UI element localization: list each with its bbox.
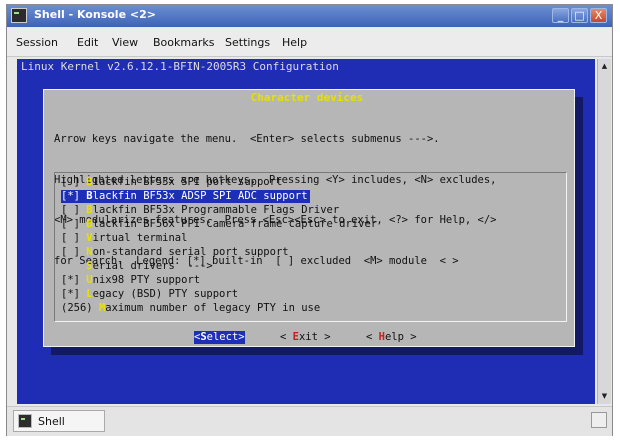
terminal-app-icon[interactable] — [11, 8, 27, 23]
menu-view[interactable]: View — [112, 36, 138, 49]
select-button[interactable]: <Select> — [194, 331, 245, 344]
button-label: elp > — [384, 331, 417, 343]
menu-option[interactable]: [ ] Non-standard serial port support — [61, 246, 289, 259]
option-label: lackfin BF56x PPI Camera frame capture d… — [92, 218, 378, 230]
option-label: lackfin BF53x ADSP SPI ADC support — [92, 190, 308, 202]
option-label: irtual terminal — [92, 232, 188, 244]
minimize-button[interactable]: _ — [552, 8, 569, 23]
option-state: [ ] — [61, 218, 87, 230]
help-button[interactable]: < Help > — [366, 331, 417, 344]
option-label: nix98 PTY support — [92, 274, 201, 286]
option-label: on-standard serial port support — [92, 246, 289, 258]
menu-settings[interactable]: Settings — [225, 36, 270, 49]
option-state: [*] — [61, 274, 87, 286]
menu-edit[interactable]: Edit — [77, 36, 98, 49]
vertical-scrollbar[interactable]: ▲ ▼ — [597, 59, 611, 404]
character-devices-dialog: Character devices Arrow keys navigate th… — [43, 89, 575, 347]
option-label: lackfin BF53x SPI port support — [92, 176, 283, 188]
menu-bar: Session Edit View Bookmarks Settings Hel… — [7, 28, 612, 57]
menu-option[interactable]: [*] Unix98 PTY support — [61, 274, 200, 287]
tab-shell[interactable]: Shell — [13, 410, 105, 432]
konsole-window: Shell - Konsole <2> _ □ X Session Edit V… — [6, 4, 613, 436]
button-bracket: < — [280, 331, 293, 343]
menu-session[interactable]: Session — [16, 36, 58, 49]
option-state — [61, 260, 86, 272]
option-label: egacy (BSD) PTY support — [92, 288, 239, 300]
option-label: aximum number of legacy PTY in use — [105, 302, 321, 314]
button-label: xit > — [298, 331, 331, 343]
menu-option[interactable]: [ ] Virtual terminal — [61, 232, 187, 245]
help-line: Arrow keys navigate the menu. <Enter> se… — [54, 133, 440, 145]
option-label: erial drivers ---> — [92, 260, 213, 272]
option-label: lackfin BF53x Programmable Flags Driver — [92, 204, 340, 216]
menu-option[interactable]: [ ] Blackfin BF53x Programmable Flags Dr… — [61, 204, 339, 217]
option-state: [*] — [61, 190, 87, 202]
title-bar[interactable]: Shell - Konsole <2> _ □ X — [7, 5, 612, 27]
button-label: elect> — [206, 331, 245, 343]
menu-help[interactable]: Help — [282, 36, 307, 49]
new-tab-icon[interactable] — [591, 412, 607, 428]
menuconfig-header: Linux Kernel v2.6.12.1-BFIN-2005R3 Confi… — [21, 60, 339, 73]
tab-label: Shell — [38, 415, 65, 428]
scroll-up-arrow-icon[interactable]: ▲ — [599, 60, 610, 73]
option-state: [ ] — [61, 204, 87, 216]
scroll-down-arrow-icon[interactable]: ▼ — [599, 390, 610, 403]
tab-bar: Shell — [7, 406, 612, 436]
option-state: [ ] — [61, 232, 87, 244]
dialog-title: Character devices — [244, 91, 370, 104]
dialog-buttons: <Select> < Exit > < Help > — [44, 328, 574, 346]
menu-bookmarks[interactable]: Bookmarks — [153, 36, 214, 49]
terminal-tab-icon — [18, 414, 32, 428]
button-bracket: < — [366, 331, 379, 343]
menu-option[interactable]: [ ] Blackfin BF53x SPI port support — [61, 176, 282, 189]
options-list: [ ] Blackfin BF53x SPI port support [*] B… — [54, 172, 567, 322]
option-state: [ ] — [61, 176, 87, 188]
option-state: [ ] — [61, 246, 87, 258]
maximize-button[interactable]: □ — [571, 8, 588, 23]
window-title: Shell - Konsole <2> — [34, 8, 156, 21]
menu-option[interactable]: [ ] Blackfin BF56x PPI Camera frame capt… — [61, 218, 377, 231]
menu-option[interactable]: [*] Legacy (BSD) PTY support — [61, 288, 238, 301]
menu-option[interactable]: Serial drivers ---> — [61, 260, 213, 273]
terminal-area[interactable]: Linux Kernel v2.6.12.1-BFIN-2005R3 Confi… — [17, 59, 595, 404]
exit-button[interactable]: < Exit > — [280, 331, 331, 344]
menu-option[interactable]: (256) Maximum number of legacy PTY in us… — [61, 302, 320, 315]
option-state: (256) — [61, 302, 99, 314]
option-state: [*] — [61, 288, 87, 300]
menu-option[interactable]: [*] Blackfin BF53x ADSP SPI ADC support — [61, 190, 310, 203]
close-button[interactable]: X — [590, 8, 607, 23]
